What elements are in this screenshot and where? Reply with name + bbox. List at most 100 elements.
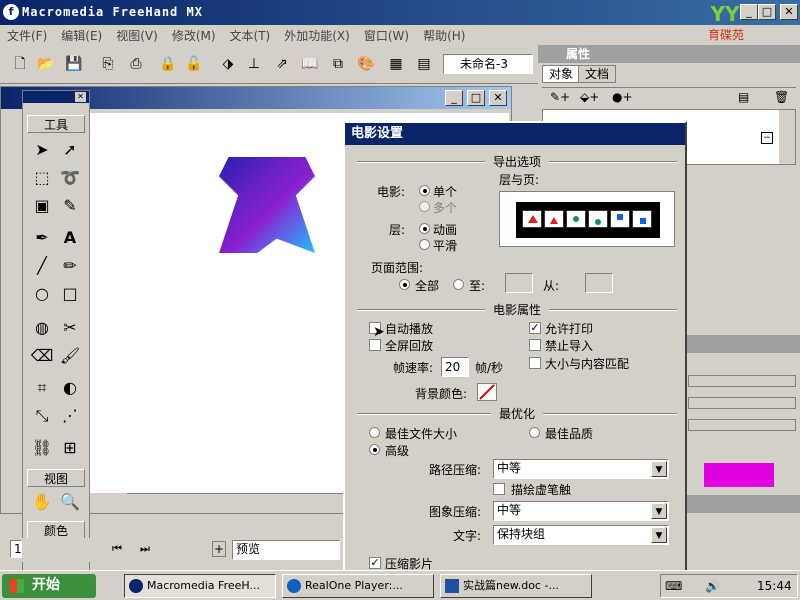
menu-text[interactable]: 文本(T) <box>223 25 278 46</box>
screen-icon[interactable]: ▤ <box>414 54 434 74</box>
text-tool-icon[interactable]: A <box>57 225 83 251</box>
doc-maximize-button[interactable]: □ <box>467 90 485 106</box>
maximize-button[interactable]: □ <box>758 4 776 20</box>
doc-minimize-button[interactable]: _ <box>445 90 463 106</box>
duplicate-icon[interactable]: ▤ <box>738 90 749 104</box>
vertical-scrollbar[interactable] <box>779 110 795 164</box>
path-compression-select[interactable]: 中等 ▼ <box>493 459 669 479</box>
keyboard-icon[interactable]: ⌨ <box>665 579 682 593</box>
link-icon[interactable]: ⛓ <box>29 435 55 461</box>
document-selector[interactable]: 未命名-3 <box>443 54 533 74</box>
doc-close-button[interactable]: ✕ <box>489 90 507 106</box>
best-quality-radio[interactable] <box>529 427 540 438</box>
add-effect-icon[interactable]: ●+ <box>612 90 633 104</box>
connector-icon[interactable]: ⋰ <box>57 403 83 429</box>
add-stroke-icon[interactable]: ✎+ <box>550 90 570 104</box>
task-realone[interactable]: RealOne Player:... <box>282 574 434 598</box>
slider-3[interactable] <box>688 419 796 431</box>
menu-window[interactable]: 窗口(W) <box>357 25 416 46</box>
zoom-field[interactable]: 1 <box>10 540 22 558</box>
grid-icon[interactable]: ▦ <box>386 54 406 74</box>
slider-1[interactable] <box>688 375 796 387</box>
rectangle-icon[interactable]: □ <box>57 281 83 307</box>
minimize-button[interactable]: _ <box>740 4 758 20</box>
tab-document[interactable]: 文档 <box>578 65 617 83</box>
volume-icon[interactable]: 🔊 <box>705 579 720 593</box>
chevron-down-icon[interactable]: ▼ <box>651 461 667 477</box>
page-prev-icon[interactable]: ⏮ <box>112 542 122 556</box>
menu-view[interactable]: 视图(V) <box>109 25 165 46</box>
group-icon[interactable]: ⬗ <box>218 54 238 74</box>
menu-modify[interactable]: 修改(M) <box>165 25 223 46</box>
image-compression-select[interactable]: 中等 ▼ <box>493 501 669 521</box>
menu-edit[interactable]: 编辑(E) <box>54 25 109 46</box>
prevent-import-checkbox[interactable] <box>529 339 541 351</box>
ellipse-icon[interactable]: ○ <box>29 281 55 307</box>
tools-close-icon[interactable]: ✕ <box>75 92 86 102</box>
slider-2[interactable] <box>688 397 796 409</box>
align-icon[interactable]: ⊥ <box>244 54 264 74</box>
open-folder-icon[interactable]: 📂 <box>36 54 56 74</box>
brush-icon[interactable]: 🖌 <box>57 343 83 369</box>
save-icon[interactable]: 💾 <box>64 54 84 74</box>
fullscreen-checkbox[interactable] <box>369 339 381 351</box>
magenta-swatch[interactable] <box>704 463 774 487</box>
view-mode-select[interactable]: 预览 <box>232 540 340 560</box>
movie-single-radio[interactable] <box>419 185 430 196</box>
pen-icon[interactable]: ✒ <box>29 225 55 251</box>
lasso-icon[interactable]: ➰ <box>57 165 83 191</box>
allow-print-checkbox[interactable]: ✓ <box>529 322 541 334</box>
page-tool-icon[interactable]: ⬚ <box>29 165 55 191</box>
unlock-icon[interactable]: 🔓 <box>184 54 204 74</box>
collapse-icon[interactable]: − <box>761 132 773 144</box>
bg-color-swatch[interactable] <box>477 383 497 401</box>
lock-icon[interactable]: 🔒 <box>158 54 178 74</box>
layer-animate-radio[interactable] <box>419 223 430 234</box>
blend-icon[interactable]: ◐ <box>57 375 83 401</box>
eyedropper-icon[interactable]: ✎ <box>57 193 83 219</box>
task-word-doc[interactable]: 实战篇new.doc -... <box>440 574 592 598</box>
layers-icon[interactable]: ⧉ <box>328 54 348 74</box>
trace-dash-checkbox[interactable] <box>493 483 505 495</box>
new-file-icon[interactable]: 🗋 <box>10 54 30 74</box>
task-freehand[interactable]: Macromedia FreeH... <box>124 574 276 598</box>
chart-icon[interactable]: ⊞ <box>57 435 83 461</box>
scale-icon[interactable]: ⤡ <box>29 403 55 429</box>
add-page-icon[interactable]: + <box>212 541 226 557</box>
clock[interactable]: 15:44 <box>757 579 792 593</box>
trace-icon[interactable]: ▣ <box>29 193 55 219</box>
mesh-icon[interactable]: ⌗ <box>29 375 55 401</box>
knife-icon[interactable]: ✂ <box>57 315 83 341</box>
menu-file[interactable]: 文件(F) <box>0 25 54 46</box>
subselect-icon[interactable]: ➚ <box>57 137 83 163</box>
eraser-icon[interactable]: ⌫ <box>29 343 55 369</box>
close-button[interactable]: ✕ <box>780 4 798 20</box>
best-file-size-radio[interactable] <box>369 427 380 438</box>
chevron-down-icon[interactable]: ▼ <box>651 527 667 543</box>
start-button[interactable]: 开始 <box>2 574 96 598</box>
zoom-icon[interactable]: 🔍 <box>57 489 83 515</box>
fit-content-checkbox[interactable] <box>529 357 541 369</box>
menu-help[interactable]: 帮助(H) <box>416 25 472 46</box>
pencil-icon[interactable]: ✏ <box>57 253 83 279</box>
compress-movie-checkbox[interactable]: ✓ <box>369 557 381 569</box>
color-palette-icon[interactable]: 🎨 <box>356 54 376 74</box>
trash-icon[interactable]: 🗑 <box>774 90 789 104</box>
page-to-field[interactable] <box>505 273 533 293</box>
transform-icon[interactable]: ⇗ <box>272 54 292 74</box>
chevron-down-icon[interactable]: ▼ <box>651 503 667 519</box>
pointer-icon[interactable]: ➤ <box>29 137 55 163</box>
frame-rate-field[interactable]: 20 <box>441 357 469 377</box>
menu-xtras[interactable]: 外加功能(X) <box>277 25 357 46</box>
high-radio[interactable] <box>369 444 380 455</box>
freeform-icon[interactable]: ◍ <box>29 315 55 341</box>
hand-icon[interactable]: ✋ <box>29 489 55 515</box>
line-icon[interactable]: ╱ <box>29 253 55 279</box>
import-icon[interactable]: ⎘ <box>98 54 118 74</box>
page-from-field[interactable] <box>585 273 613 293</box>
page-all-radio[interactable] <box>399 279 410 290</box>
library-icon[interactable]: 📖 <box>300 54 320 74</box>
movie-multiple-radio[interactable] <box>419 201 430 212</box>
text-select[interactable]: 保持块组 ▼ <box>493 525 669 545</box>
tab-object[interactable]: 对象 <box>542 65 581 83</box>
